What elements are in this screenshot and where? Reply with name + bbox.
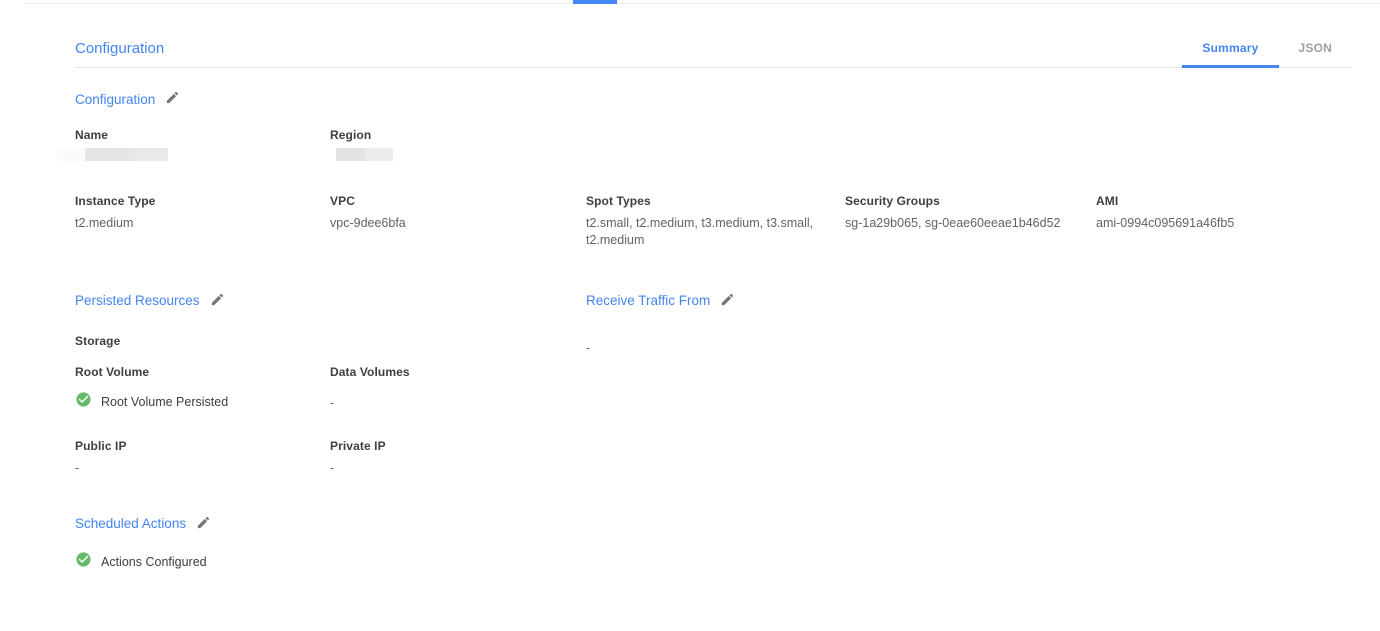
field-vpc-label: VPC [330,194,586,208]
redacted-name-value [57,148,168,161]
receive-traffic-from-value: - [586,340,1380,357]
field-public-ip-label: Public IP [75,439,330,453]
field-vpc: VPC vpc-9dee6bfa [330,194,586,249]
field-root-volume-label: Root Volume [75,365,330,379]
scheduled-actions-heading: Scheduled Actions [75,515,1380,533]
config-row-identity: Name Region [75,128,1380,161]
tab-json[interactable]: JSON [1279,41,1352,67]
ips-row: Public IP - Private IP - [75,439,586,477]
persisted-resources-section: Persisted Resources Storage Root Volume … [75,292,586,477]
field-instance-type: Instance Type t2.medium [75,194,330,249]
edit-scheduled-actions-button[interactable] [196,515,211,533]
root-volume-status: Root Volume Persisted [75,391,330,413]
volumes-row: Root Volume Root Volume Persisted Data V… [75,365,586,413]
persisted-resources-heading: Persisted Resources [75,292,586,310]
page-header: Configuration Summary JSON [75,0,1352,68]
field-vpc-value: vpc-9dee6bfa [330,215,586,232]
edit-persisted-resources-button[interactable] [210,292,225,310]
storage-subheading: Storage [75,334,586,348]
field-ami-label: AMI [1096,194,1380,208]
tab-bar: Summary JSON [1182,41,1352,67]
edit-configuration-button[interactable] [165,90,180,108]
persisted-resources-heading-link[interactable]: Persisted Resources [75,293,200,308]
field-data-volumes-value: - [330,395,586,412]
field-ami: AMI ami-0994c095691a46fb5 [1096,194,1380,249]
edit-pencil-icon [196,515,211,533]
field-spot-types-label: Spot Types [586,194,845,208]
field-instance-type-value: t2.medium [75,215,330,232]
top-active-tab-indicator[interactable] [573,0,617,4]
field-security-groups-value: sg-1a29b065, sg-0eae60eeae1b46d52 [845,215,1096,232]
scheduled-actions-status-text: Actions Configured [101,555,207,569]
field-name-label: Name [75,128,330,142]
field-data-volumes-label: Data Volumes [330,365,586,379]
field-instance-type-label: Instance Type [75,194,330,208]
field-data-volumes: Data Volumes - [330,365,586,413]
scheduled-actions-heading-link[interactable]: Scheduled Actions [75,516,186,531]
tab-summary[interactable]: Summary [1182,41,1278,67]
field-region: Region [330,128,1380,161]
edit-pencil-icon [210,292,225,310]
root-volume-status-text: Root Volume Persisted [101,395,228,409]
scheduled-actions-status: Actions Configured [75,551,1380,573]
field-private-ip-label: Private IP [330,439,586,453]
field-region-label: Region [330,128,1380,142]
field-spot-types-value: t2.small, t2.medium, t3.medium, t3.small… [586,215,822,249]
field-public-ip-value: - [75,460,330,477]
receive-traffic-from-section: Receive Traffic From - [586,292,1380,477]
main-content: Configuration Name Region Instance Type … [0,90,1380,573]
field-public-ip: Public IP - [75,439,330,477]
configuration-section-heading: Configuration [75,90,1380,108]
redacted-region-value [336,148,393,161]
edit-receive-traffic-button[interactable] [720,292,735,310]
field-private-ip: Private IP - [330,439,586,477]
field-security-groups-label: Security Groups [845,194,1096,208]
configuration-heading-link[interactable]: Configuration [75,92,155,107]
page-title: Configuration [75,40,164,67]
field-security-groups: Security Groups sg-1a29b065, sg-0eae60ee… [845,194,1096,249]
field-root-volume: Root Volume Root Volume Persisted [75,365,330,413]
field-name: Name [75,128,330,161]
receive-traffic-from-heading-link[interactable]: Receive Traffic From [586,293,710,308]
field-ami-value: ami-0994c095691a46fb5 [1096,215,1380,232]
check-circle-icon [75,551,92,573]
edit-pencil-icon [720,292,735,310]
receive-traffic-from-heading: Receive Traffic From [586,292,1380,310]
config-row-compute: Instance Type t2.medium VPC vpc-9dee6bfa… [75,194,1380,249]
scheduled-actions-section: Scheduled Actions Actions Configured [75,515,1380,573]
field-private-ip-value: - [330,460,586,477]
edit-pencil-icon [165,90,180,108]
field-spot-types: Spot Types t2.small, t2.medium, t3.mediu… [586,194,845,249]
check-circle-icon [75,391,92,413]
top-divider-line [24,3,1380,4]
